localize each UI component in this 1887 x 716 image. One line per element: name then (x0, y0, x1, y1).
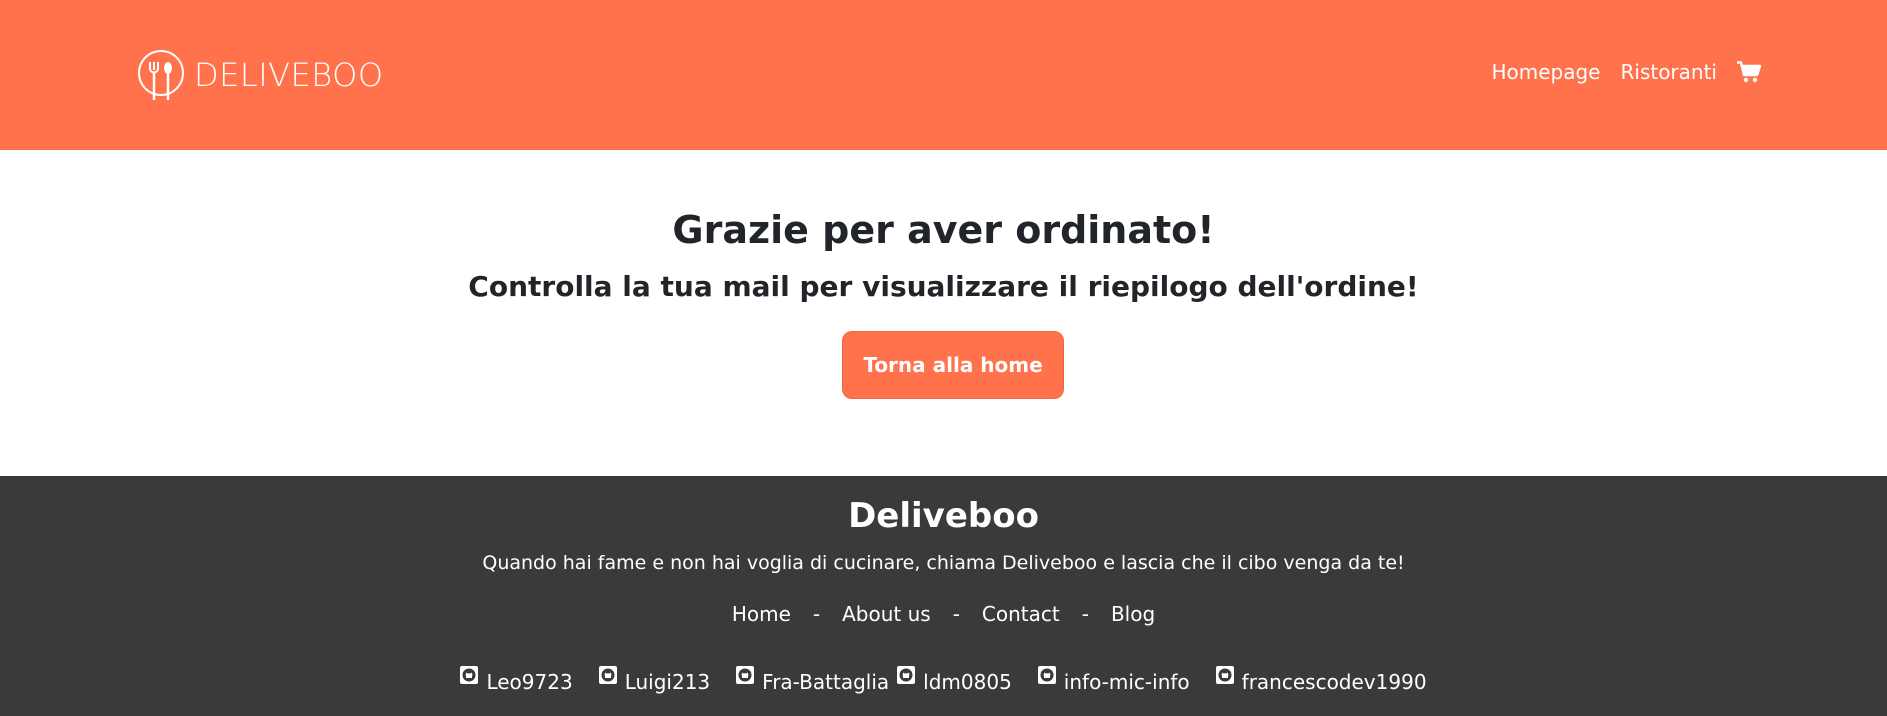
footer-tagline: Quando hai fame e non hai voglia di cuci… (482, 552, 1405, 574)
footer-links: Home - About us - Contact - Blog (0, 602, 1887, 626)
page-title: Grazie per aver ordinato! (672, 208, 1215, 252)
developer-link[interactable]: info-mic-info (1037, 666, 1190, 694)
github-icon (598, 666, 617, 684)
brand-name: DELIVEBOO (194, 56, 384, 94)
shopping-cart-icon[interactable] (1737, 61, 1761, 83)
developer-handle: ldm0805 (923, 670, 1012, 694)
github-icon (897, 666, 916, 684)
footer-link-blog[interactable]: Blog (1111, 602, 1155, 626)
github-icon (736, 666, 755, 684)
developer-links: Leo9723 Luigi213 Fra-Battaglia ldm0805 i… (0, 666, 1887, 694)
footer-link-contact[interactable]: Contact (982, 602, 1060, 626)
footer-link-separator: - (952, 602, 960, 626)
main-nav: Homepage Ristoranti (1471, 60, 1761, 84)
main-content: Grazie per aver ordinato! Controlla la t… (0, 150, 1887, 476)
page-subtitle: Controlla la tua mail per visualizzare i… (468, 270, 1419, 303)
developer-link[interactable]: Leo9723 (460, 666, 573, 694)
back-home-button[interactable]: Torna alla home (842, 331, 1064, 399)
footer-link-about[interactable]: About us (842, 602, 931, 626)
github-icon (1215, 666, 1234, 684)
developer-handle: francescodev1990 (1241, 670, 1427, 694)
footer-link-separator: - (1081, 602, 1089, 626)
developer-handle: Leo9723 (486, 670, 573, 694)
developer-link[interactable]: francescodev1990 (1215, 666, 1427, 694)
developer-link[interactable]: Luigi213 (598, 666, 711, 694)
site-footer: Deliveboo Quando hai fame e non hai vogl… (0, 476, 1887, 716)
footer-link-home[interactable]: Home (732, 602, 791, 626)
footer-link-separator: - (812, 602, 821, 626)
footer-title: Deliveboo (848, 496, 1039, 536)
site-header: DELIVEBOO Homepage Ristoranti (0, 0, 1887, 150)
developer-handle: Fra-Battaglia (762, 670, 890, 694)
nav-homepage-link[interactable]: Homepage (1491, 60, 1600, 84)
developer-link[interactable]: Fra-Battaglia (736, 666, 890, 694)
logo-link[interactable]: DELIVEBOO (136, 48, 384, 102)
fork-spoon-plate-icon (138, 50, 184, 100)
github-icon (460, 666, 479, 684)
nav-ristoranti-link[interactable]: Ristoranti (1620, 60, 1717, 84)
github-icon (1037, 666, 1056, 684)
developer-handle: info-mic-info (1063, 670, 1190, 694)
developer-handle: Luigi213 (624, 670, 711, 694)
developer-link[interactable]: ldm0805 (897, 666, 1012, 694)
